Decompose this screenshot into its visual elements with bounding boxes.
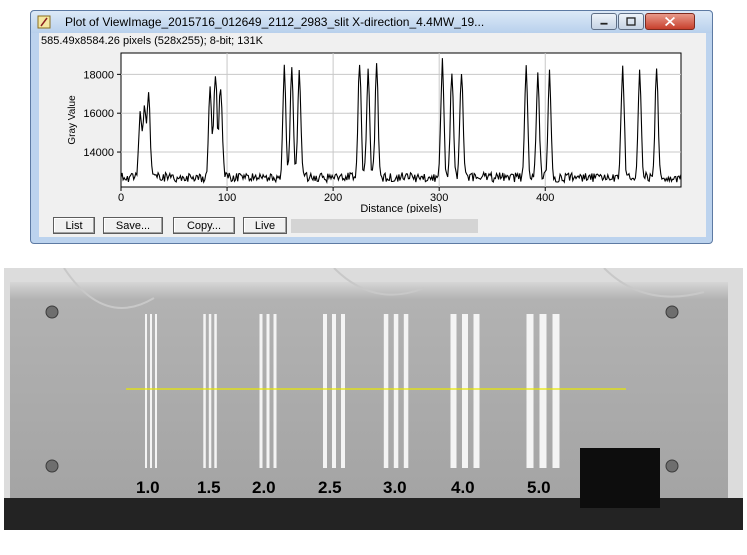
slit-phantom-image [4, 268, 743, 530]
slit-line [341, 314, 345, 468]
screw-icon [665, 305, 679, 319]
slit-width-label: 2.5 [318, 478, 342, 497]
plot-client-area: 585.49x8584.26 pixels (528x255); 8-bit; … [39, 33, 706, 237]
slit-line [450, 314, 457, 468]
image-info: 585.49x8584.26 pixels (528x255); 8-bit; … [41, 35, 263, 47]
mount-block [580, 448, 660, 508]
slit-line [383, 314, 389, 468]
title-bar[interactable]: Plot of ViewImage_2015716_012649_2112_29… [31, 11, 712, 33]
slit-line [214, 314, 217, 468]
slit-line [203, 314, 206, 468]
y-tick-label: 18000 [83, 69, 114, 81]
slit-line [266, 314, 270, 468]
line-profile-plot: 0 100 200 300 400140001600018000Distance (pi… [67, 52, 682, 213]
x-tick-label: 400 [536, 192, 554, 204]
x-tick-label: 100 [218, 192, 236, 204]
window-title: Plot of ViewImage_2015716_012649_2112_29… [65, 15, 485, 29]
slit-line [150, 314, 152, 468]
x-tick-label: 0 [118, 192, 124, 204]
y-tick-label: 16000 [83, 108, 114, 120]
x-axis-label: Distance (pixels) [360, 203, 441, 213]
slit-line [208, 314, 212, 468]
list-button[interactable]: List [53, 217, 95, 234]
slit-line [273, 314, 277, 468]
slit-line [473, 314, 480, 468]
screw-icon [45, 459, 59, 473]
slit-line [332, 314, 336, 468]
slit-line [259, 314, 263, 468]
minimize-button[interactable] [591, 13, 617, 30]
xray-image: 1.0 1.5 2.0 2.5 3.0 4.0 5.0 [4, 268, 743, 530]
slit-width-label: 1.5 [197, 478, 221, 497]
slit-line [539, 314, 547, 468]
slit-line [155, 314, 157, 468]
maximize-button[interactable] [618, 13, 644, 30]
slit-line [145, 314, 147, 468]
close-icon [664, 16, 676, 27]
slit-line [462, 314, 468, 468]
maximize-icon [626, 17, 636, 26]
minimize-icon [600, 22, 608, 25]
save-button[interactable]: Save... [103, 217, 163, 234]
slit-line [552, 314, 560, 468]
slit-line [323, 314, 327, 468]
close-button[interactable] [645, 13, 695, 30]
plot-toolbar: List Save... Copy... Live [39, 215, 706, 237]
slit-line [393, 314, 399, 468]
plot-area [120, 52, 682, 188]
x-tick-label: 200 [324, 192, 342, 204]
screw-icon [665, 459, 679, 473]
slit-width-label: 1.0 [136, 478, 160, 497]
imagej-app-icon [37, 15, 51, 29]
live-button[interactable]: Live [243, 217, 287, 234]
y-axis-label: Gray Value [67, 95, 78, 145]
slit-width-label: 3.0 [383, 478, 407, 497]
slit-width-label: 4.0 [451, 478, 475, 497]
slit-line [526, 314, 534, 468]
plot-window: Plot of ViewImage_2015716_012649_2112_29… [30, 10, 713, 244]
copy-button[interactable]: Copy... [173, 217, 235, 234]
coordinate-readout [291, 219, 478, 233]
slit-width-label: 2.0 [252, 478, 276, 497]
y-tick-label: 14000 [83, 147, 114, 159]
screw-icon [45, 305, 59, 319]
slit-line [403, 314, 409, 468]
slit-width-label: 5.0 [527, 478, 551, 497]
